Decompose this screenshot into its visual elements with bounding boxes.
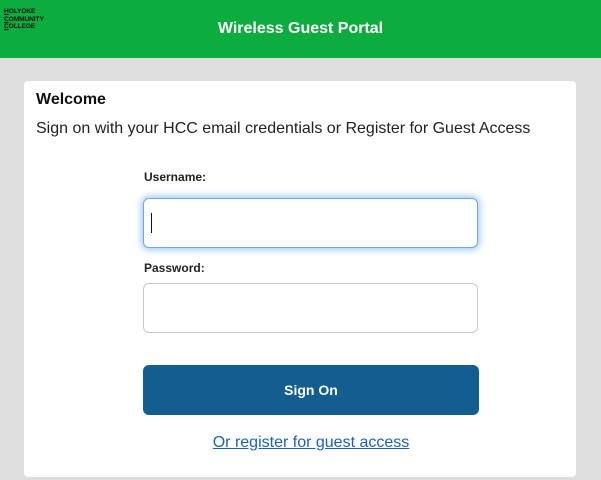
password-label: Password:	[144, 261, 205, 275]
login-card: Welcome Sign on with your HCC email cred…	[24, 81, 576, 477]
portal-title: Wireless Guest Portal	[217, 20, 384, 37]
welcome-heading: Welcome	[36, 91, 106, 108]
text-cursor	[151, 213, 152, 233]
signon-instructions: Sign on with your HCC email credentials …	[36, 120, 531, 137]
sign-on-button[interactable]: Sign On	[143, 365, 479, 415]
logo-line-1: HOLYOKE	[4, 8, 36, 15]
portal-header: HOLYOKE COMMUNITY COLLEGE Wireless Guest…	[0, 0, 601, 58]
username-label: Username:	[144, 170, 207, 184]
username-input[interactable]	[143, 198, 478, 248]
password-input[interactable]	[143, 283, 478, 333]
register-guest-link[interactable]: Or register for guest access	[213, 434, 410, 451]
register-link-container: Or register for guest access	[24, 433, 598, 453]
